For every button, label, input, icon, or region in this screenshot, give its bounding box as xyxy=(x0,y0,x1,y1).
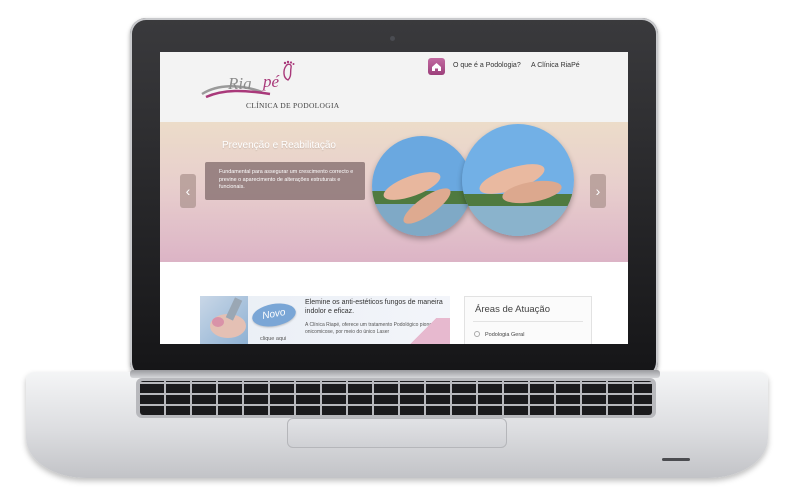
logo-pe: pé xyxy=(263,72,280,91)
logo-subtitle: CLÍNICA DE PODOLOGIA xyxy=(246,101,340,110)
feet-photo-image xyxy=(372,136,472,236)
nav-link-podologia[interactable]: O que é a Podologia? xyxy=(453,62,521,69)
circle-bullet-icon xyxy=(474,331,480,337)
foot-logo-icon xyxy=(283,60,295,81)
banner-text-box: Fundamental para assegurar um cresciment… xyxy=(205,162,365,200)
home-button[interactable] xyxy=(428,58,445,75)
home-icon xyxy=(432,63,441,71)
chevron-right-icon: › xyxy=(595,183,601,199)
banner-title: Prevenção e Reabilitação xyxy=(222,140,336,151)
areas-item-podologia-geral[interactable]: Podologia Geral xyxy=(485,332,524,338)
banner-prev-button[interactable]: ‹ xyxy=(180,174,196,208)
screen: Ria pé CLÍNICA DE PODOLOGIA O que é a Po… xyxy=(160,52,628,344)
laser-treatment-image xyxy=(210,297,246,338)
hero-banner: ‹ › Prevenção e Reabilitação Fundamental… xyxy=(160,122,628,262)
site-logo[interactable]: Ria pé CLÍNICA DE PODOLOGIA xyxy=(200,60,380,115)
feet-photo-left xyxy=(372,136,472,236)
logo-ria: Ria xyxy=(228,74,252,93)
chevron-left-icon: ‹ xyxy=(185,183,191,199)
laptop-hinge xyxy=(130,370,660,378)
promo-accent xyxy=(410,318,450,344)
promo-card[interactable]: Novo Elemine os anti-estéticos fungos de… xyxy=(200,296,450,344)
promo-headline: Elemine os anti-estéticos fungos de mane… xyxy=(305,299,443,315)
keyboard xyxy=(140,381,652,415)
trackpad xyxy=(287,418,507,448)
areas-title: Áreas de Atuação xyxy=(475,304,550,315)
new-badge: Novo xyxy=(250,300,298,330)
front-indicator xyxy=(662,458,690,461)
site-header: Ria pé CLÍNICA DE PODOLOGIA O que é a Po… xyxy=(160,52,628,122)
promo-image xyxy=(200,296,248,344)
nav-link-clinica[interactable]: A Clínica RiaPé xyxy=(531,62,580,69)
divider xyxy=(473,321,583,322)
webcam xyxy=(390,36,395,41)
banner-next-button[interactable]: › xyxy=(590,174,606,208)
promo-link[interactable]: clique aqui xyxy=(260,336,286,342)
areas-panel: Áreas de Atuação Podologia Geral xyxy=(464,296,592,344)
feet-photo-image xyxy=(462,124,574,236)
banner-text: Fundamental para assegurar um cresciment… xyxy=(219,169,354,190)
content-area: Novo Elemine os anti-estéticos fungos de… xyxy=(160,262,628,344)
feet-photo-right xyxy=(462,124,574,236)
